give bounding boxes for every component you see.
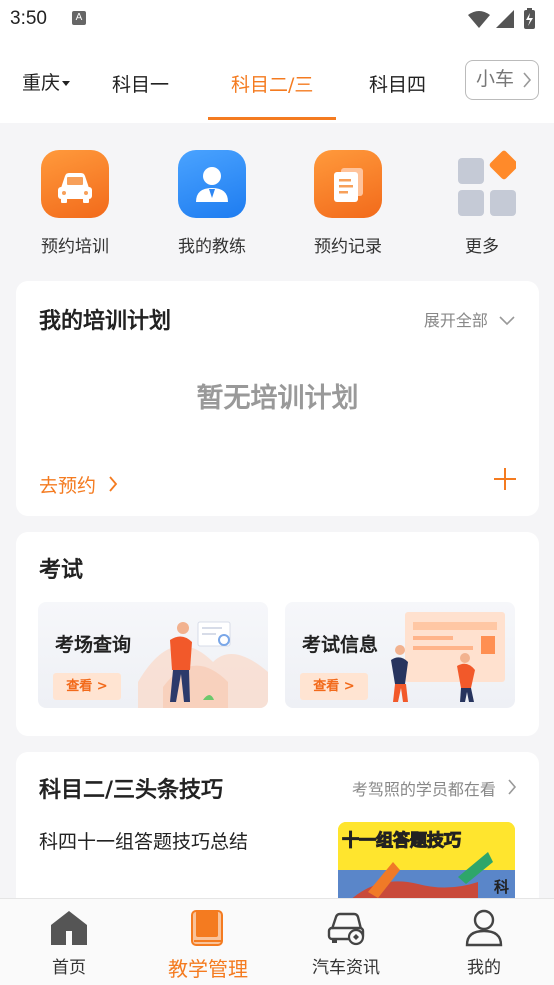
subject-tabbar: 重庆 科目一 科目二/三 科目四 小车 [0, 40, 554, 123]
exam-info-view-button[interactable]: 查看 > [300, 673, 368, 700]
nav-home[interactable]: 首页 [9, 909, 129, 978]
card-title: 科目二/三头条技巧 [39, 778, 224, 803]
tip-article-title[interactable]: 科四十一组答题技巧总结 [39, 827, 248, 854]
card-title: 我的培训计划 [39, 309, 172, 334]
tip-article-thumbnail[interactable]: 十一组答题技巧 科 [338, 822, 515, 902]
active-tab-indicator [208, 117, 336, 120]
chevron-right-icon [109, 476, 118, 492]
caret-down-icon [62, 81, 71, 86]
tab-subject-two-three[interactable]: 科目二/三 [231, 70, 313, 97]
car-news-icon [327, 912, 365, 946]
notification-icon: A [72, 11, 86, 25]
venue-illustration [138, 621, 268, 708]
signal-battery-icon [468, 8, 535, 29]
expand-all-button[interactable]: 展开全部 [424, 307, 515, 331]
nav-teaching-management[interactable]: 教学管理 [148, 909, 268, 982]
tips-sub-label: 考驾照的学员都在看 [351, 780, 496, 799]
status-bar: 3:50 A [0, 0, 554, 40]
empty-plan-text: 暂无培训计划 [196, 383, 359, 414]
exam-info-title: 考试信息 [302, 634, 379, 656]
nav-label: 首页 [52, 958, 86, 978]
go-book-label: 去预约 [39, 475, 97, 497]
city-label: 重庆 [22, 72, 61, 94]
thumbnail-text: 十一组答题技巧 [342, 831, 462, 852]
thumbnail-side-text: 科 [493, 878, 509, 896]
user-icon [465, 909, 503, 947]
exam-info[interactable]: 考试信息 查看 > [285, 602, 515, 708]
quick-book-training[interactable]: 预约培训 [30, 150, 120, 257]
nav-car-news[interactable]: 汽车资讯 [286, 909, 406, 978]
venue-view-button[interactable]: 查看 > [53, 673, 121, 700]
chevron-right-icon [508, 779, 517, 795]
expand-all-label: 展开全部 [423, 311, 488, 330]
tab-subject-four[interactable]: 科目四 [369, 70, 426, 97]
nav-mine[interactable]: 我的 [424, 909, 544, 978]
book-icon [191, 910, 223, 946]
nav-label: 汽车资讯 [312, 958, 380, 978]
bottom-navigation: 首页 教学管理 汽车资讯 我的 [0, 898, 554, 985]
exam-info-illustration [391, 612, 505, 702]
city-selector[interactable]: 重庆 [22, 68, 71, 95]
status-time: 3:50 [10, 8, 47, 29]
exam-venue-query[interactable]: 考场查询 查看 > [38, 602, 268, 708]
quick-label: 预约培训 [41, 237, 109, 257]
car-icon [41, 150, 109, 218]
chevron-down-icon [499, 316, 515, 326]
venue-query-title: 考场查询 [55, 634, 132, 656]
nav-label: 我的 [467, 958, 501, 978]
nav-label: 教学管理 [168, 957, 248, 981]
chevron-right-icon [523, 72, 532, 88]
quick-label: 更多 [465, 237, 499, 257]
coach-icon [178, 150, 246, 218]
quick-my-coach[interactable]: 我的教练 [167, 150, 257, 257]
quick-more[interactable]: 更多 [437, 150, 527, 257]
tips-more-link[interactable]: 考驾照的学员都在看 [352, 776, 517, 800]
tips-card: 科目二/三头条技巧 考驾照的学员都在看 科四十一组答题技巧总结 十一组答题技巧 … [16, 752, 539, 912]
quick-booking-record[interactable]: 预约记录 [303, 150, 393, 257]
exam-card: 考试 考场查询 查看 > 考试信息 查看 > [16, 532, 539, 736]
go-book-link[interactable]: 去预约 [39, 471, 118, 498]
record-icon [314, 150, 382, 218]
quick-label: 预约记录 [314, 237, 382, 257]
tab-subject-one[interactable]: 科目一 [112, 70, 169, 97]
quick-label: 我的教练 [178, 237, 246, 257]
card-title: 考试 [39, 558, 84, 583]
tab-small-car[interactable]: 小车 [465, 60, 539, 100]
home-icon [51, 911, 87, 945]
grid-icon [448, 150, 519, 218]
training-plan-card: 我的培训计划 展开全部 暂无培训计划 去预约 [16, 281, 539, 516]
add-plan-button[interactable] [493, 467, 517, 491]
tab-small-car-label: 小车 [476, 68, 515, 90]
